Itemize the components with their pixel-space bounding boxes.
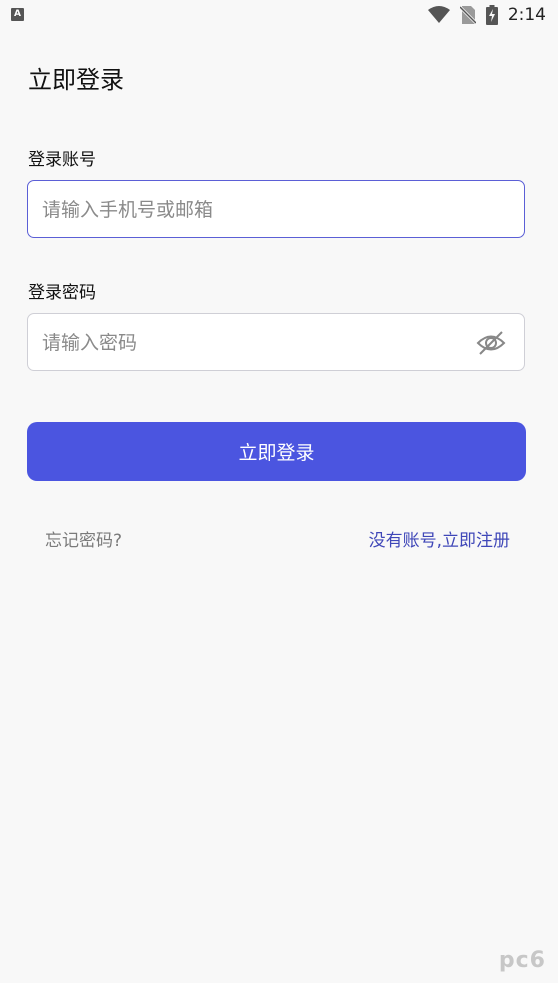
register-link[interactable]: 没有账号,立即注册: [369, 526, 510, 551]
login-button[interactable]: 立即登录: [27, 422, 526, 481]
status-time: 2:14: [507, 5, 546, 25]
account-input[interactable]: [40, 181, 464, 239]
page-title: 立即登录: [28, 66, 124, 94]
no-sim-icon: [459, 5, 476, 25]
status-icons: 2:14: [427, 4, 546, 26]
status-bar: A 2:14: [0, 0, 558, 30]
account-field[interactable]: [27, 180, 525, 239]
eye-off-icon[interactable]: [476, 329, 506, 357]
wifi-icon: [427, 6, 450, 23]
account-label: 登录账号: [28, 150, 96, 170]
forgot-password-link[interactable]: 忘记密码?: [45, 526, 122, 551]
battery-charging-icon: [485, 5, 498, 25]
password-input[interactable]: [40, 314, 464, 372]
password-label: 登录密码: [28, 283, 96, 303]
watermark-logo: pc6: [498, 948, 546, 973]
password-field[interactable]: [27, 313, 525, 372]
notification-a-icon: A: [11, 8, 24, 21]
